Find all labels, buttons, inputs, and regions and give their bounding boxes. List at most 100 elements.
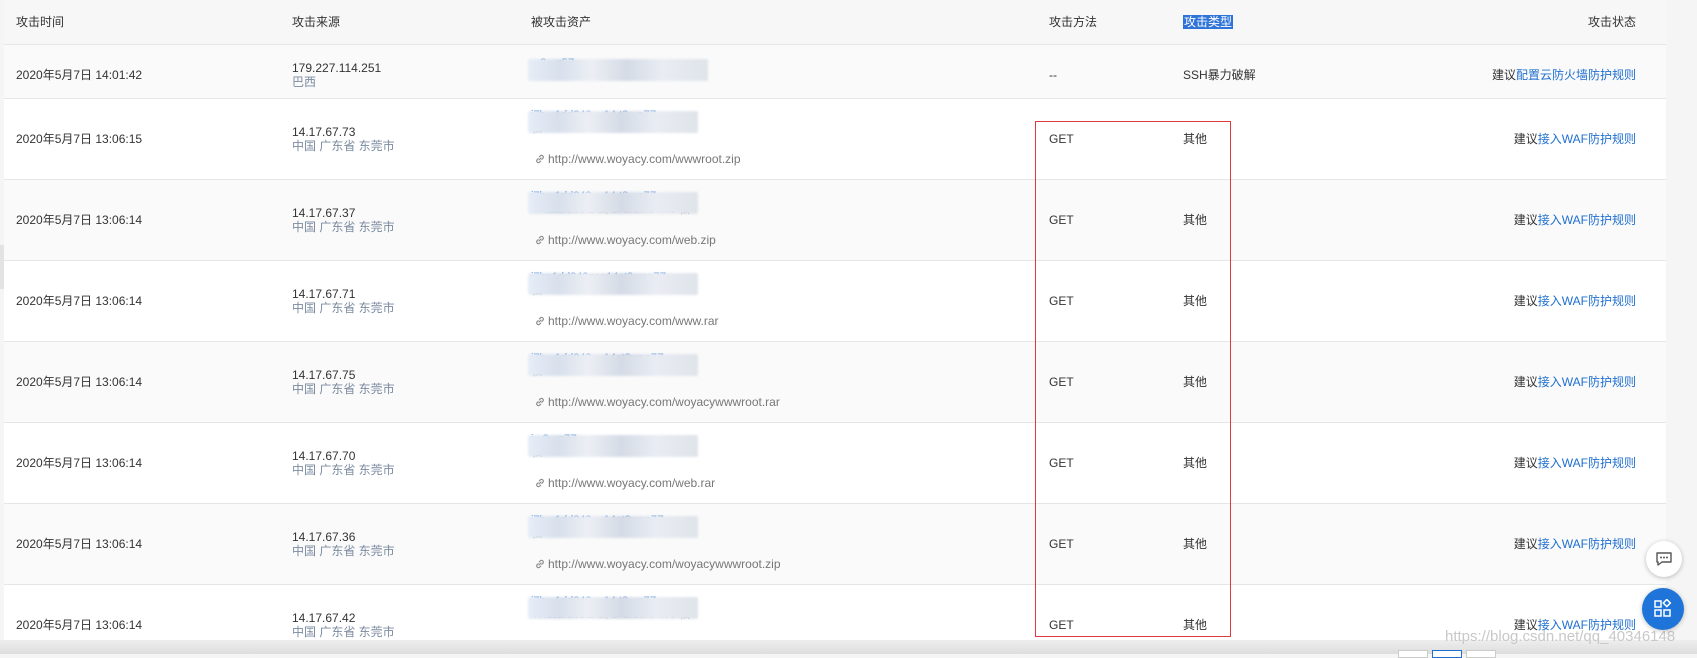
attack-source-location: 中国 广东省 东莞市 xyxy=(292,139,395,153)
attack-url-link[interactable]: http://www.woyacy.com/web.zip xyxy=(534,233,716,247)
link-icon xyxy=(536,478,544,488)
redaction-blur xyxy=(528,435,698,457)
advice-prefix: 建议 xyxy=(1513,294,1538,308)
attack-url-link[interactable]: http://www.woyacy.com/web.rar xyxy=(534,476,715,490)
attack-time: 2020年5月7日 13:06:15 xyxy=(16,132,143,146)
attack-source-ip: 14.17.67.75 xyxy=(292,368,356,382)
advice-action-link[interactable]: 接入WAF防护规则 xyxy=(1538,537,1636,551)
chat-button[interactable] xyxy=(1646,541,1682,577)
attack-url-link[interactable]: http://www.woyacy.com/www.rar xyxy=(534,314,718,328)
attack-url-text: http://www.woyacy.com/wwwroot.zip xyxy=(548,152,741,166)
link-icon xyxy=(536,397,544,407)
attack-type: 其他 xyxy=(1183,375,1208,389)
attack-method: GET xyxy=(1049,375,1074,389)
attack-type: 其他 xyxy=(1183,294,1208,308)
attack-source-ip: 14.17.67.36 xyxy=(292,530,356,544)
table-row[interactable]: 2020年5月7日 13:06:1414.17.67.71中国 广东省 东莞市i… xyxy=(4,261,1666,342)
watermark-text: https://blog.csdn.net/qq_40346148 xyxy=(1445,628,1676,645)
redaction-blur xyxy=(528,273,698,295)
col-header-asset[interactable]: 被攻击资产 xyxy=(531,15,591,29)
attack-status-advice: 建议接入WAF防护规则 xyxy=(1514,456,1636,470)
advice-action-link[interactable]: 接入WAF防护规则 xyxy=(1538,132,1636,146)
attack-type: 其他 xyxy=(1183,213,1208,227)
redaction-blur xyxy=(528,597,698,619)
attack-status-advice: 建议接入WAF防护规则 xyxy=(1514,213,1636,227)
attack-url-text: http://www.woyacy.com/woyacywwwroot.zip xyxy=(548,557,781,571)
advice-prefix: 建议 xyxy=(1513,375,1538,389)
advice-action-link[interactable]: 接入WAF防护规则 xyxy=(1538,294,1636,308)
attack-time: 2020年5月7日 14:01:42 xyxy=(16,68,143,82)
table-header: 攻击时间 攻击来源 被攻击资产 攻击方法 攻击类型 攻击状态 xyxy=(4,0,1666,45)
attack-source-location: 中国 广东省 东莞市 xyxy=(292,544,395,558)
advice-action-link[interactable]: 接入WAF防护规则 xyxy=(1538,213,1636,227)
attack-status-advice: 建议接入WAF防护规则 xyxy=(1514,537,1636,551)
table-row[interactable]: 2020年5月7日 14:01:42179.227.114.251巴西...3.… xyxy=(4,45,1666,99)
attack-source-ip: 14.17.67.37 xyxy=(292,206,356,220)
advice-prefix: 建议 xyxy=(1513,132,1538,146)
advice-prefix: 建议 xyxy=(1513,213,1538,227)
link-icon xyxy=(536,235,544,245)
attack-status-advice: 建议接入WAF防护规则 xyxy=(1514,375,1636,389)
attack-source-location: 中国 广东省 东莞市 xyxy=(292,301,395,315)
chat-icon xyxy=(1656,552,1672,566)
pager-page-current[interactable] xyxy=(1432,650,1462,658)
attack-source-location: 中国 广东省 东莞市 xyxy=(292,220,395,234)
attack-time: 2020年5月7日 13:06:14 xyxy=(16,456,143,470)
attack-time: 2020年5月7日 13:06:14 xyxy=(16,618,143,632)
attack-status-advice: 建议接入WAF防护规则 xyxy=(1514,294,1636,308)
attack-source-location: 中国 广东省 东莞市 xyxy=(292,382,395,396)
attack-source-ip: 14.17.67.71 xyxy=(292,287,356,301)
attack-events-table: 攻击时间 攻击来源 被攻击资产 攻击方法 攻击类型 攻击状态 2020年5月7日… xyxy=(4,0,1666,654)
col-header-method[interactable]: 攻击方法 xyxy=(1049,15,1097,29)
attack-url-text: http://www.woyacy.com/web.zip xyxy=(548,233,716,247)
attack-source-location: 巴西 xyxy=(292,75,317,89)
apps-icon xyxy=(1654,599,1672,617)
attack-url-link[interactable]: http://www.woyacy.com/wwwroot.zip xyxy=(534,152,741,166)
col-header-status[interactable]: 攻击状态 xyxy=(1588,15,1636,29)
attack-method: GET xyxy=(1049,537,1074,551)
attack-source-location: 中国 广东省 东莞市 xyxy=(292,625,395,639)
table-row[interactable]: 2020年5月7日 13:06:1414.17.67.36中国 广东省 东莞市i… xyxy=(4,504,1666,585)
attack-status-advice: 建议接入WAF防护规则 xyxy=(1514,132,1636,146)
attack-source-ip: 14.17.67.70 xyxy=(292,449,356,463)
advice-prefix: 建议 xyxy=(1513,537,1538,551)
redaction-blur xyxy=(528,516,698,538)
col-header-type[interactable]: 攻击类型 xyxy=(1183,15,1234,29)
attack-time: 2020年5月7日 13:06:14 xyxy=(16,375,143,389)
attack-method: -- xyxy=(1049,68,1057,82)
table-row[interactable]: 2020年5月7日 13:06:1514.17.67.73中国 广东省 东莞市i… xyxy=(4,99,1666,180)
attack-source-ip: 179.227.114.251 xyxy=(292,61,382,75)
table-row[interactable]: 2020年5月7日 13:06:1414.17.67.70中国 广东省 东莞市i… xyxy=(4,423,1666,504)
attack-url-text: http://www.woyacy.com/www.rar xyxy=(548,314,719,328)
attack-source-ip: 14.17.67.42 xyxy=(292,611,356,625)
attack-method: GET xyxy=(1049,132,1074,146)
attack-type: 其他 xyxy=(1183,618,1208,632)
attack-url-link[interactable]: http://www.woyacy.com/woyacywwwroot.zip xyxy=(534,557,781,571)
advice-action-link[interactable]: 配置云防火墙防护规则 xyxy=(1516,68,1636,82)
attack-method: GET xyxy=(1049,618,1074,632)
attack-url-link[interactable]: http://www.woyacy.com/woyacywwwroot.rar xyxy=(534,395,780,409)
attack-url-text: http://www.woyacy.com/woyacywwwroot.rar xyxy=(548,395,780,409)
attack-time: 2020年5月7日 13:06:14 xyxy=(16,537,143,551)
attack-method: GET xyxy=(1049,456,1074,470)
attack-time: 2020年5月7日 13:06:14 xyxy=(16,213,143,227)
link-icon xyxy=(536,559,544,569)
attack-type: 其他 xyxy=(1183,132,1208,146)
attack-source-ip: 14.17.67.73 xyxy=(292,125,356,139)
col-header-time[interactable]: 攻击时间 xyxy=(16,15,64,29)
attack-type: SSH暴力破解 xyxy=(1183,68,1256,82)
attack-source-location: 中国 广东省 东莞市 xyxy=(292,463,395,477)
attack-status-advice: 建议配置云防火墙防护规则 xyxy=(1492,68,1636,82)
table-row[interactable]: 2020年5月7日 13:06:1414.17.67.37中国 广东省 东莞市i… xyxy=(4,180,1666,261)
advice-action-link[interactable]: 接入WAF防护规则 xyxy=(1538,456,1636,470)
advice-action-link[interactable]: 接入WAF防护规则 xyxy=(1538,375,1636,389)
link-icon xyxy=(536,316,544,326)
pager-page-next[interactable] xyxy=(1466,650,1496,658)
pager-prev[interactable] xyxy=(1398,650,1428,658)
table-row[interactable]: 2020年5月7日 13:06:1414.17.67.75中国 广东省 东莞市i… xyxy=(4,342,1666,423)
redaction-blur xyxy=(528,192,698,214)
apps-button[interactable] xyxy=(1642,588,1684,630)
link-icon xyxy=(536,154,544,164)
attack-method: GET xyxy=(1049,213,1074,227)
col-header-source[interactable]: 攻击来源 xyxy=(292,15,340,29)
